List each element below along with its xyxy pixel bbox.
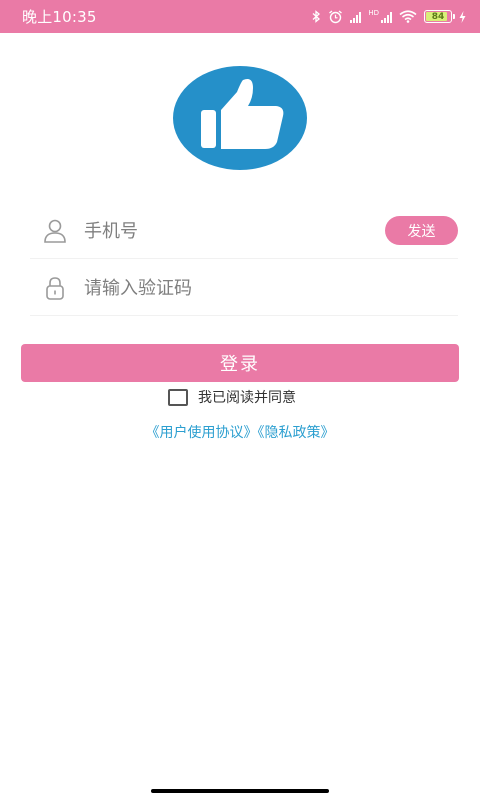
charging-icon (459, 10, 466, 23)
user-agreement-link[interactable]: 《用户使用协议》 (146, 425, 258, 441)
battery-indicator: 84 (424, 10, 455, 23)
status-time: 晚上10:35 (22, 8, 97, 26)
phone-row: 发送 (30, 204, 458, 259)
code-row (30, 261, 458, 316)
phone-input[interactable] (84, 220, 364, 242)
wifi-icon (399, 10, 417, 23)
agreement-row: 我已阅读并同意 (168, 387, 296, 407)
status-bar: 晚上10:35 HD 84 (0, 0, 480, 33)
lock-icon (46, 277, 64, 300)
login-button[interactable]: 登录 (21, 344, 459, 382)
status-icons: HD 84 (312, 10, 466, 24)
alarm-icon (329, 9, 343, 23)
thumbs-up-icon (201, 110, 216, 148)
privacy-policy-link[interactable]: 《隐私政策》 (258, 425, 335, 441)
signal-indicator-2: HD (368, 10, 392, 23)
agreement-text: 我已阅读并同意 (198, 390, 296, 406)
agreement-checkbox[interactable] (168, 388, 188, 406)
policy-links: 《用户使用协议》《隐私政策》 (0, 422, 480, 442)
user-icon (44, 219, 66, 243)
send-code-button[interactable]: 发送 (385, 216, 458, 245)
thumbs-up-logo (173, 66, 307, 170)
signal-label: HD (368, 9, 379, 17)
verification-code-input[interactable] (84, 277, 364, 299)
bluetooth-icon (312, 10, 321, 23)
battery-level: 84 (431, 11, 445, 22)
signal-indicator-1 (350, 11, 362, 23)
home-indicator[interactable] (151, 789, 329, 793)
